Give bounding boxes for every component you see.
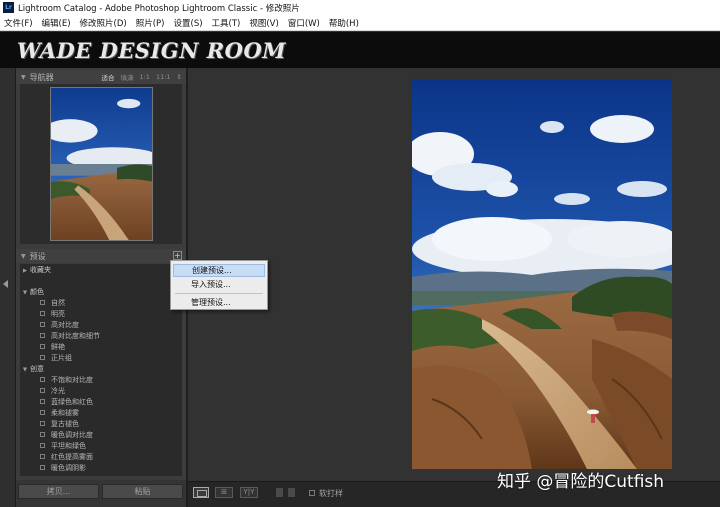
preset-context-menu: 创建预设... 导入预设... 管理预设... bbox=[170, 260, 268, 310]
menu-edit[interactable]: 编辑(E) bbox=[38, 17, 76, 29]
presets-label: 预设 bbox=[29, 251, 46, 261]
preset-item[interactable]: 高对比度和细节 bbox=[20, 331, 180, 342]
preset-icon bbox=[40, 399, 45, 404]
compare-view-icon[interactable]: ⊞ bbox=[215, 487, 233, 498]
navigator-zoom-options: 适合 填满 1:1 11:1 ⇕ bbox=[95, 70, 182, 84]
preset-item[interactable]: 高对比度 bbox=[20, 320, 180, 331]
import-preset-menu-item[interactable]: 导入预设... bbox=[173, 278, 265, 291]
preset-folder-favorites[interactable]: ▶ 收藏夹 bbox=[20, 265, 180, 276]
collapsed-triangle-icon: ▶ bbox=[22, 268, 28, 274]
presets-header[interactable]: ▼ 预设 + bbox=[16, 249, 186, 263]
preset-folder-creative[interactable]: ▼ 创意 bbox=[20, 364, 180, 375]
before-after-icon[interactable]: Y|Y bbox=[240, 487, 258, 498]
menu-settings[interactable]: 设置(S) bbox=[170, 17, 208, 29]
window-title: Lightroom Catalog - Adobe Photoshop Ligh… bbox=[18, 3, 300, 14]
identity-plate-text: WADE DESIGN ROOM bbox=[17, 38, 286, 63]
preset-list: ▶ 收藏夹 ▼ 颜色 自然 明亮 高对比度 高对比度和细节 鲜艳 正片组 ▼ 创意 不… bbox=[20, 264, 182, 476]
menu-separator bbox=[175, 293, 263, 294]
preset-icon bbox=[40, 410, 45, 415]
expanded-triangle-icon: ▼ bbox=[22, 290, 28, 296]
preset-icon bbox=[40, 300, 45, 305]
left-panel-edge[interactable] bbox=[0, 68, 16, 507]
preset-icon bbox=[40, 443, 45, 448]
expanded-triangle-icon: ▼ bbox=[22, 367, 28, 373]
reject-flag-icon[interactable] bbox=[288, 488, 295, 497]
preset-icon bbox=[40, 388, 45, 393]
zoom-1-1-option[interactable]: 1:1 bbox=[139, 73, 149, 81]
expand-triangle-icon: ▼ bbox=[21, 252, 26, 260]
menu-photo[interactable]: 照片(P) bbox=[132, 17, 170, 29]
preset-item[interactable]: 明亮 bbox=[20, 309, 180, 320]
collapse-left-arrow-icon[interactable] bbox=[3, 280, 8, 288]
add-preset-button[interactable]: + bbox=[173, 251, 182, 260]
copy-button[interactable]: 拷贝... bbox=[18, 484, 99, 499]
preset-item[interactable]: 正片组 bbox=[20, 353, 180, 364]
navigator-header[interactable]: ▼ 导航器 适合 填满 1:1 11:1 ⇕ bbox=[16, 70, 186, 84]
preset-icon bbox=[40, 421, 45, 426]
zoom-11-1-option[interactable]: 11:1 bbox=[156, 73, 171, 81]
menu-bar: 文件(F) 编辑(E) 修改照片(D) 照片(P) 设置(S) 工具(T) 视图… bbox=[0, 15, 720, 31]
preset-item[interactable]: 柔和褪雾 bbox=[20, 408, 180, 419]
preset-icon bbox=[40, 311, 45, 316]
softproof-checkbox[interactable] bbox=[309, 490, 315, 496]
menu-develop[interactable]: 修改照片(D) bbox=[76, 17, 132, 29]
menu-window[interactable]: 窗口(W) bbox=[284, 17, 325, 29]
expand-triangle-icon: ▼ bbox=[21, 73, 26, 81]
menu-help[interactable]: 帮助(H) bbox=[325, 17, 364, 29]
preset-item[interactable]: 平坦和绿色 bbox=[20, 441, 180, 452]
zoom-fit-option[interactable]: 适合 bbox=[101, 72, 114, 82]
preset-item[interactable]: 暖色调对比度 bbox=[20, 430, 180, 441]
preset-icon bbox=[40, 344, 45, 349]
preset-icon bbox=[40, 377, 45, 382]
preset-icon bbox=[40, 465, 45, 470]
manage-preset-menu-item[interactable]: 管理预设... bbox=[173, 296, 265, 309]
navigator-thumbnail[interactable] bbox=[50, 87, 153, 241]
create-preset-menu-item[interactable]: 创建预设... bbox=[173, 264, 265, 277]
navigator-label: 导航器 bbox=[29, 72, 54, 82]
preset-item[interactable]: 红色提高雾面 bbox=[20, 452, 180, 463]
preset-item[interactable]: 不饱和对比度 bbox=[20, 375, 180, 386]
preset-folder-color[interactable]: ▼ 颜色 bbox=[20, 287, 180, 298]
window-titlebar: Lr Lightroom Catalog - Adobe Photoshop L… bbox=[0, 0, 720, 15]
main-photo[interactable] bbox=[412, 79, 672, 469]
lightroom-app-icon: Lr bbox=[3, 2, 14, 13]
preset-item[interactable]: 蓝绿色和红色 bbox=[20, 397, 180, 408]
zhihu-watermark: 知乎 @冒险的Cutfish bbox=[497, 472, 665, 492]
identity-plate: WADE DESIGN ROOM bbox=[0, 31, 720, 68]
preset-icon bbox=[40, 454, 45, 459]
loupe-view-icon[interactable] bbox=[193, 487, 209, 498]
menu-tools[interactable]: 工具(T) bbox=[208, 17, 246, 29]
zoom-fill-option[interactable]: 填满 bbox=[120, 72, 133, 82]
flag-icon[interactable] bbox=[276, 488, 283, 497]
preset-icon bbox=[40, 322, 45, 327]
preset-item[interactable]: 鲜艳 bbox=[20, 342, 180, 353]
preset-item[interactable]: 自然 bbox=[20, 298, 180, 309]
left-panel-footer: 拷贝... 粘贴 bbox=[16, 480, 186, 507]
preset-icon bbox=[40, 333, 45, 338]
preset-icon bbox=[40, 355, 45, 360]
preset-item[interactable]: 复古褪色 bbox=[20, 419, 180, 430]
preset-icon bbox=[40, 432, 45, 437]
left-panel: ▼ 导航器 适合 填满 1:1 11:1 ⇕ ▼ 预设 + ▶ 收藏夹 ▼ 颜色… bbox=[16, 68, 186, 507]
zoom-menu-arrow-icon[interactable]: ⇕ bbox=[177, 73, 182, 81]
menu-view[interactable]: 视图(V) bbox=[245, 17, 283, 29]
navigator-preview[interactable] bbox=[20, 84, 182, 244]
menu-file[interactable]: 文件(F) bbox=[0, 17, 38, 29]
softproof-label: 软打样 bbox=[319, 489, 343, 498]
preset-item[interactable]: 冷光 bbox=[20, 386, 180, 397]
preset-item[interactable]: 暖色调阴影 bbox=[20, 463, 180, 474]
paste-button[interactable]: 粘贴 bbox=[102, 484, 183, 499]
